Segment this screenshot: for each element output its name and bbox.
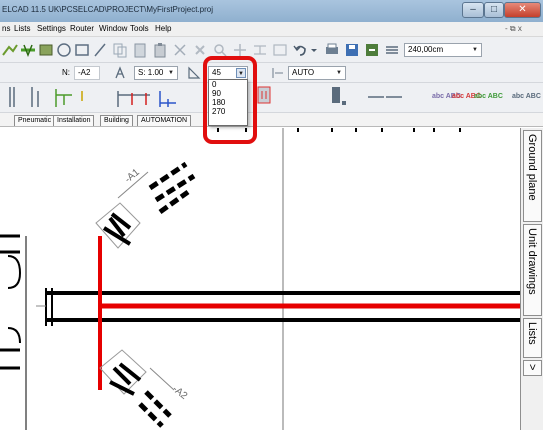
left-curves (7, 255, 22, 344)
circle-icon[interactable] (56, 42, 72, 58)
scale-value: S: 1.00 (138, 68, 164, 77)
text-style-green[interactable]: abc ABC (474, 93, 503, 100)
component-a2 (99, 349, 175, 428)
label-a1: -A1 (123, 167, 142, 186)
close-button[interactable]: ✕ (504, 2, 541, 18)
text-size-icon[interactable] (114, 65, 130, 81)
chevron-down-icon[interactable]: ▼ (470, 45, 480, 55)
mode-value: AUTO (292, 68, 315, 77)
tab-installation[interactable]: Installation (53, 115, 95, 126)
mdi-controls[interactable]: - ⧉ x (505, 24, 522, 34)
mode-field[interactable]: AUTO ▼ (288, 66, 346, 80)
label-a2: -A2 (170, 384, 189, 403)
tab-lists[interactable]: Lists (523, 318, 542, 358)
wire-green-icon[interactable] (20, 42, 36, 58)
window-title: ELCAD 11.5 UK\PCSELCAD\PROJECT\MyFirstPr… (2, 5, 214, 14)
length-value: 240,00cm (408, 45, 444, 54)
delete-icon[interactable] (192, 42, 208, 58)
tab-building[interactable]: Building (100, 115, 133, 126)
length-field[interactable]: 240,00cm ▼ (404, 43, 482, 57)
menu-item-settings[interactable]: Settings (37, 24, 66, 33)
clipboard-icon[interactable] (152, 42, 168, 58)
tab-more[interactable]: > (523, 360, 542, 376)
scale-field[interactable]: S: 1.00 ▼ (134, 66, 178, 80)
tab-unit-drawings[interactable]: Unit drawings (523, 224, 542, 316)
minimize-button[interactable]: – (462, 2, 484, 18)
cut-icon[interactable] (172, 42, 188, 58)
side-tab-strip: Ground plane Unit drawings Lists > (520, 128, 543, 430)
symbol-toolbar: abc ABC abc ABC abc ABC abc ABC (0, 83, 543, 113)
text-style-grey[interactable]: abc ABC (512, 93, 541, 100)
properties-toolbar: N: -A2 S: 1.00 ▼ 45 ▼ AUTO ▼ (0, 63, 543, 83)
maximize-button[interactable]: □ (484, 2, 504, 18)
menu-item-lists[interactable]: Lists (14, 24, 30, 33)
undo-dropdown-icon[interactable] (306, 42, 322, 58)
menu-item-tools[interactable]: Tools (130, 24, 149, 33)
align-icon[interactable] (270, 65, 286, 81)
bar-double-icon (31, 87, 39, 107)
chevron-down-icon[interactable]: ▼ (334, 68, 344, 78)
layer-icon[interactable] (384, 42, 400, 58)
block-red-icon (257, 86, 271, 104)
title-bar: ELCAD 11.5 UK\PCSELCAD\PROJECT\MyFirstPr… (0, 0, 543, 22)
terminal-green-icon (55, 89, 72, 107)
tab-ground-plane[interactable]: Ground plane (523, 130, 542, 222)
n-label: N: (62, 68, 70, 77)
menu-bar: ns Lists Settings Router Window Tools He… (0, 22, 543, 37)
drawing-canvas[interactable]: -A1 -A2 (0, 128, 520, 430)
component-icon[interactable] (38, 42, 54, 58)
menu-item-router[interactable]: Router (70, 24, 94, 33)
menu-item-ns[interactable]: ns (2, 24, 10, 33)
line-icon[interactable] (92, 42, 108, 58)
menu-item-help[interactable]: Help (155, 24, 171, 33)
print-icon[interactable] (324, 42, 340, 58)
rotation-icon[interactable] (186, 65, 202, 81)
main-toolbar: 240,00cm ▼ (0, 37, 543, 63)
wire-draw-icon[interactable] (2, 42, 18, 58)
connect-icon[interactable] (252, 42, 268, 58)
frame-icon[interactable] (272, 42, 288, 58)
n-value: -A2 (78, 68, 91, 77)
copy-icon[interactable] (112, 42, 128, 58)
bar-icon (9, 87, 15, 107)
schematic-drawing: -A1 -A2 (0, 128, 520, 430)
save-icon[interactable] (344, 42, 360, 58)
terminal-blue-icon (159, 91, 176, 107)
rectangle-icon[interactable] (74, 42, 90, 58)
paste-icon[interactable] (132, 42, 148, 58)
highlight-annotation (203, 56, 257, 144)
n-field[interactable]: -A2 (74, 66, 100, 80)
block-grey-icon (332, 87, 346, 105)
terminal-group-icon (117, 91, 150, 107)
menu-item-window[interactable]: Window (99, 24, 127, 33)
export-icon[interactable] (364, 42, 380, 58)
chevron-down-icon[interactable]: ▼ (166, 68, 176, 78)
project-tabs-bar: Pneumatic Installation Building AUTOMATI… (0, 113, 543, 127)
tab-pneumatic[interactable]: Pneumatic (14, 115, 56, 126)
component-a1 (95, 161, 196, 249)
tab-automation[interactable]: AUTOMATION (137, 115, 192, 126)
